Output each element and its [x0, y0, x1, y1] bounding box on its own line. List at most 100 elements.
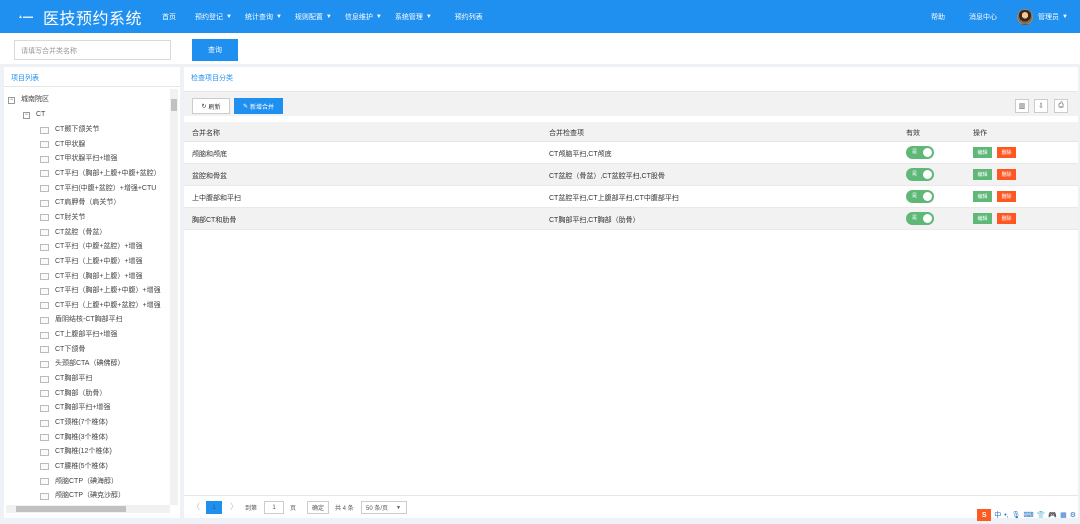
nav-booking-register[interactable]: 预约登记 ▼: [195, 12, 232, 22]
edit-button[interactable]: 编辑: [973, 191, 992, 202]
tree-leaf[interactable]: 头颈部CTA（碘佛醇）: [40, 358, 124, 370]
tree-leaf[interactable]: CT腰椎(5个椎体): [40, 461, 108, 473]
add-merge-button[interactable]: ✎ 新增合并: [234, 98, 283, 114]
columns-filter-icon[interactable]: ▥: [1015, 99, 1029, 113]
prev-page-icon[interactable]: 〈: [192, 501, 200, 512]
skin-icon[interactable]: 👕: [1037, 511, 1046, 519]
tree-leaf-label: CT颈椎(7个椎体): [55, 419, 108, 426]
table-row[interactable]: 盆腔和骨盆 CT盆腔（骨盆）,CT盆腔平扫,CT股骨 是 编辑 删除: [184, 164, 1078, 186]
user-menu[interactable]: 管理员 ▼: [1038, 12, 1068, 22]
file-icon: [40, 448, 49, 456]
file-icon: [40, 141, 49, 149]
valid-toggle[interactable]: 是: [906, 190, 934, 203]
col-valid: 有效: [906, 130, 920, 137]
edit-button[interactable]: 编辑: [973, 147, 992, 158]
table-row[interactable]: 颅脑和颅底 CT颅脑平扫,CT颅底 是 编辑 删除: [184, 142, 1078, 164]
tree-leaf[interactable]: CT肘关节: [40, 212, 85, 224]
tree-leaf[interactable]: CT甲状腺平扫+增强: [40, 153, 117, 165]
ime-lang[interactable]: 中: [994, 510, 1001, 520]
game-icon[interactable]: 🎮: [1048, 511, 1057, 519]
tree-leaf[interactable]: CT平扫（上腹+中腹）+增强: [40, 256, 143, 268]
query-button[interactable]: 查询: [192, 39, 238, 61]
table-row[interactable]: 胸部CT和肋骨 CT胸部平扫,CT胸部（肋骨） 是 编辑 删除: [184, 208, 1078, 230]
tree-leaf[interactable]: CT下颌骨: [40, 344, 85, 356]
tree-leaf[interactable]: CT肩胛骨（肩关节）: [40, 197, 120, 209]
delete-button[interactable]: 删除: [997, 191, 1016, 202]
tree-leaf-label: 盾阴结核-CT胸部平扫: [55, 316, 123, 324]
edit-button[interactable]: 编辑: [973, 169, 992, 180]
settings-icon[interactable]: ⚙: [1070, 511, 1076, 519]
valid-toggle[interactable]: 是: [906, 212, 934, 225]
tree-leaf[interactable]: CT上腹部平扫+增强: [40, 329, 117, 341]
file-icon: [40, 287, 49, 295]
logo[interactable]: ▲▬▬ 医技预约系统: [18, 5, 142, 29]
tree-leaf[interactable]: CT盆腔（骨盆）: [40, 227, 106, 239]
goto-confirm-button[interactable]: 确定: [307, 501, 329, 514]
merge-name: 盆腔和骨盆: [192, 173, 227, 180]
file-icon: [40, 375, 49, 383]
tree-leaf[interactable]: 颅脑CTP（碘海醇）: [40, 476, 118, 488]
tree-leaf[interactable]: CT颞下颌关节: [40, 124, 99, 136]
tree-node-ct[interactable]: − CT: [23, 109, 45, 121]
tree-horizontal-scrollbar[interactable]: [6, 505, 170, 513]
current-page[interactable]: 1: [206, 501, 222, 514]
per-page-select[interactable]: 50 条/页 ▼: [361, 501, 407, 514]
right-nav: 帮助 消息中心 管理员 ▼: [907, 0, 1068, 33]
delete-button[interactable]: 删除: [997, 213, 1016, 224]
next-page-icon[interactable]: 〉: [230, 501, 238, 512]
export-icon[interactable]: ⇩: [1034, 99, 1048, 113]
tree-leaf[interactable]: CT平扫（中腹+盆腔）+增强: [40, 241, 143, 253]
tree-leaf-label: CT甲状腺平扫+增强: [55, 155, 118, 163]
tree-leaf[interactable]: CT平扫（胸部+上腹+中腹）+增强: [40, 285, 161, 297]
nav-system-management[interactable]: 系统管理 ▼: [395, 12, 432, 22]
valid-toggle[interactable]: 是: [906, 146, 934, 159]
microphone-icon[interactable]: 🎙: [1012, 511, 1021, 519]
delete-button[interactable]: 删除: [997, 169, 1016, 180]
nav-booking-list[interactable]: 预约列表: [455, 12, 483, 22]
keyboard-icon[interactable]: ⌨: [1024, 511, 1034, 519]
avatar[interactable]: [1017, 8, 1034, 25]
file-icon: [40, 346, 49, 354]
top-navbar: ▲▬▬ 医技预约系统 首页 预约登记 ▼ 统计查询 ▼ 规则配置 ▼ 信息维护 ▼ 系统…: [0, 0, 1080, 33]
search-input[interactable]: 请填写合并类名称: [14, 40, 171, 60]
tree-leaf[interactable]: CT平扫(中腹+盆腔）+增强+CTU: [40, 183, 156, 195]
nav-info-maintenance[interactable]: 信息维护 ▼: [345, 12, 382, 22]
table-toolbar: ↻ 刷新 ✎ 新增合并 ▥ ⇩ ⎙: [184, 91, 1078, 116]
tree-leaf[interactable]: CT胸椎(3个椎体): [40, 432, 108, 444]
tree-leaf[interactable]: CT平扫（上腹+中腹+盆腔）+增强: [40, 300, 161, 312]
tree-leaf[interactable]: CT胸椎(12个椎体): [40, 446, 112, 458]
merge-items: CT颅脑平扫,CT颅底: [549, 151, 612, 158]
tree-leaf-label: CT平扫（胸部+上腹）+增强: [55, 272, 143, 280]
tree-leaf[interactable]: CT平扫（胸部+上腹）+增强: [40, 271, 143, 283]
punctuation-icon[interactable]: •,: [1004, 512, 1008, 519]
collapse-icon[interactable]: −: [8, 96, 15, 104]
tree-vertical-scrollbar[interactable]: [170, 89, 178, 505]
file-icon: [40, 316, 49, 324]
tree-leaf[interactable]: CT胸部平扫: [40, 373, 92, 385]
delete-button[interactable]: 删除: [997, 147, 1016, 158]
nav-rule-config[interactable]: 规则配置 ▼: [295, 12, 332, 22]
nav-statistics[interactable]: 统计查询 ▼: [245, 12, 282, 22]
edit-button[interactable]: 编辑: [973, 213, 992, 224]
tree-leaf[interactable]: CT甲状腺: [40, 139, 85, 151]
table-row[interactable]: 上中腹部和平扫 CT盆腔平扫,CT上腹部平扫,CT中腹部平扫 是 编辑 删除: [184, 186, 1078, 208]
message-center-link[interactable]: 消息中心: [969, 12, 997, 22]
valid-toggle[interactable]: 是: [906, 168, 934, 181]
grid-icon[interactable]: ▦: [1060, 511, 1067, 519]
tree-leaf[interactable]: 颅脑CTP（碘克沙醇）: [40, 490, 125, 502]
refresh-button[interactable]: ↻ 刷新: [192, 98, 230, 114]
tree-leaf[interactable]: CT胸部（肋骨）: [40, 388, 106, 400]
file-icon: [40, 214, 49, 222]
goto-page-input[interactable]: 1: [264, 501, 284, 514]
tree-leaf[interactable]: CT胸部平扫+增强: [40, 402, 110, 414]
tree-leaf[interactable]: 盾阴结核-CT胸部平扫: [40, 314, 123, 326]
help-link[interactable]: 帮助: [931, 12, 945, 22]
tree-leaf[interactable]: CT平扫（胸部+上腹+中腹+盆腔）: [40, 168, 161, 180]
tree-node-root[interactable]: − 城南院区: [8, 94, 49, 106]
print-icon[interactable]: ⎙: [1054, 99, 1068, 113]
sogou-ime-icon[interactable]: S: [977, 509, 992, 521]
collapse-icon[interactable]: −: [23, 111, 30, 119]
tree-leaf[interactable]: CT颈椎(7个椎体): [40, 417, 108, 429]
nav-home[interactable]: 首页: [162, 12, 176, 22]
tree-leaf-label: CT肩胛骨（肩关节）: [55, 199, 121, 207]
